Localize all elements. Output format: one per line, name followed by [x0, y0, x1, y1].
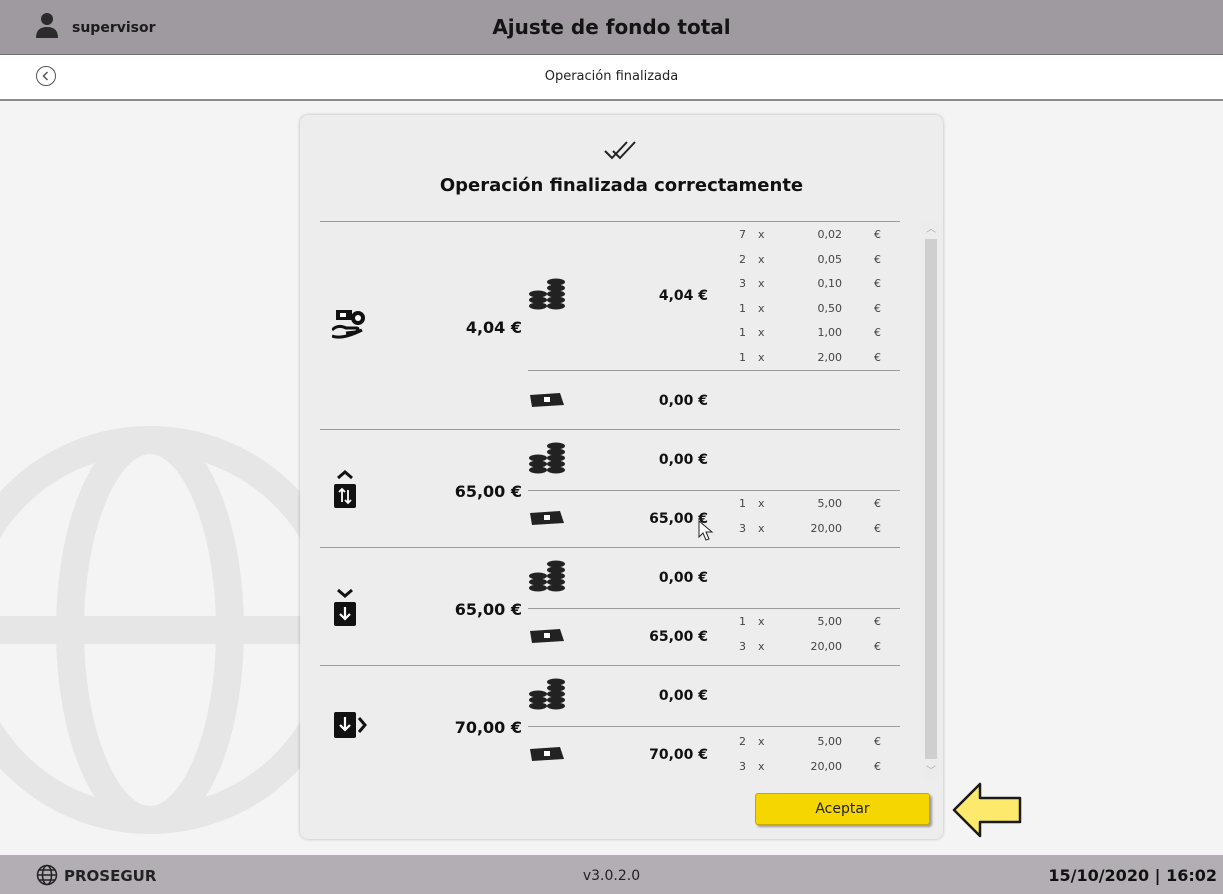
cassette-out-icon: [334, 712, 367, 738]
banknote-icon: [530, 511, 564, 525]
notes-total: 65,00 €: [649, 511, 708, 527]
denomination-row: 1 x 0,50 €: [739, 301, 881, 315]
section-cash-in: 4,04 € 4,04 € 7 x 0,02 € 2 x 0,05 € 3 x 0,10 € 1x…: [320, 221, 900, 430]
section-cassette-down: 65,00 € 0,00 € 65,00 € 1 x 5,00 € 3 x 20,00 €: [320, 547, 900, 666]
denomination-row: 1 x 5,00 €: [739, 497, 881, 510]
denomination-row: 7 x 0,02 €: [739, 228, 881, 241]
coins-total: 0,00 €: [658, 570, 708, 586]
sub-title: Operación finalizada: [544, 69, 679, 84]
notes-block: 70,00 € 2 x 5,00 € 3 x 20,00 €: [528, 726, 900, 783]
sub-header: Operación finalizada: [0, 55, 1223, 101]
cassette-exchange-icon: [334, 470, 356, 508]
section-total: 65,00 €: [454, 482, 522, 501]
denomination-row: 3 x 20,00 €: [739, 639, 881, 653]
coins-icon: [529, 678, 565, 710]
accept-button[interactable]: Aceptar: [755, 793, 930, 825]
scroll-thumb[interactable]: [925, 239, 937, 759]
footer-bar: PROSEGUR v3.0.2.0 15/10/2020 | 16:02: [0, 855, 1223, 894]
notes-total: 70,00 €: [649, 747, 708, 763]
operation-list: 4,04 € 4,04 € 7 x 0,02 € 2 x 0,05 € 3 x 0,10 € 1x…: [320, 221, 900, 781]
banknote-icon: [530, 629, 564, 643]
section-cassette-exchange: 65,00 € 0,00 € 65,00 € 1 x 5,00 € 3 x 20,00 €: [320, 429, 900, 548]
denomination-row: 1 x 1,00 €: [739, 326, 881, 339]
result-card: Operación finalizada correctamente 4,04 …: [300, 115, 943, 839]
notes-denominations: 2 x 5,00 € 3 x 20,00 €: [728, 735, 900, 784]
banknote-icon: [530, 747, 564, 761]
pointing-arrow-icon: [952, 782, 1022, 838]
notes-denominations: 1 x 5,00 € 3 x 20,00 €: [728, 497, 900, 546]
coins-block: 0,00 €: [528, 430, 900, 490]
coins-total: 4,04 €: [658, 288, 708, 304]
coins-icon: [529, 560, 565, 592]
section-cassette-out: 70,00 € 0,00 € 70,00 € 2 x 5,00 € 3 x 20,00 €: [320, 665, 900, 782]
coins-icon: [529, 278, 565, 310]
scroll-down-arrow-icon[interactable]: ﹀: [925, 765, 937, 779]
section-total: 70,00 €: [454, 718, 522, 737]
top-bar: supervisor Ajuste de fondo total: [0, 0, 1223, 55]
notes-block: 65,00 € 1 x 5,00 € 3 x 20,00 €: [528, 490, 900, 549]
denomination-row: 2 x 5,00 €: [739, 735, 881, 748]
date-time: 15/10/2020 | 16:02: [1048, 866, 1217, 885]
notes-total: 0,00 €: [658, 393, 708, 409]
notes-block: 0,00 €: [528, 370, 900, 431]
notes-denominations: 1 x 5,00 € 3 x 20,00 €: [728, 615, 900, 664]
coins-block: 0,00 €: [528, 548, 900, 608]
cash-in-hand-icon: [332, 310, 365, 339]
app-version: v3.0.2.0: [582, 868, 641, 884]
denomination-row: 3 x 0,10 €: [739, 277, 881, 290]
cassette-down-icon: [334, 588, 356, 626]
section-total: 4,04 €: [465, 318, 522, 337]
banknote-icon: [530, 393, 564, 407]
coins-total: 0,00 €: [658, 452, 708, 468]
denomination-row: 2 x 0,05 €: [739, 252, 881, 266]
scroll-up-arrow-icon[interactable]: ︿: [925, 223, 937, 237]
denomination-row: 3 x 20,00 €: [739, 759, 881, 773]
coins-block: 4,04 € 7 x 0,02 € 2 x 0,05 € 3 x 0,10 € 1 x 0,50 € 1…: [528, 222, 900, 370]
coins-block: 0,00 €: [528, 666, 900, 726]
notes-block: 65,00 € 1 x 5,00 € 3 x 20,00 €: [528, 608, 900, 667]
coins-total: 0,00 €: [658, 688, 708, 704]
card-title: Operación finalizada correctamente: [439, 175, 804, 196]
coins-denominations: 7 x 0,02 € 2 x 0,05 € 3 x 0,10 € 1 x 0,50 € 1 x 1,00 € …: [728, 228, 900, 375]
list-scrollbar[interactable]: ︿ ﹀: [923, 221, 939, 781]
notes-total: 65,00 €: [649, 629, 708, 645]
double-check-icon: [604, 141, 636, 160]
page-title: Ajuste de fondo total: [492, 15, 731, 39]
mouse-cursor-icon: [698, 520, 714, 541]
section-total: 65,00 €: [454, 600, 522, 619]
denomination-row: 3 x 20,00 €: [739, 521, 881, 535]
denomination-row: 1 x 5,00 €: [739, 615, 881, 628]
coins-icon: [529, 442, 565, 474]
